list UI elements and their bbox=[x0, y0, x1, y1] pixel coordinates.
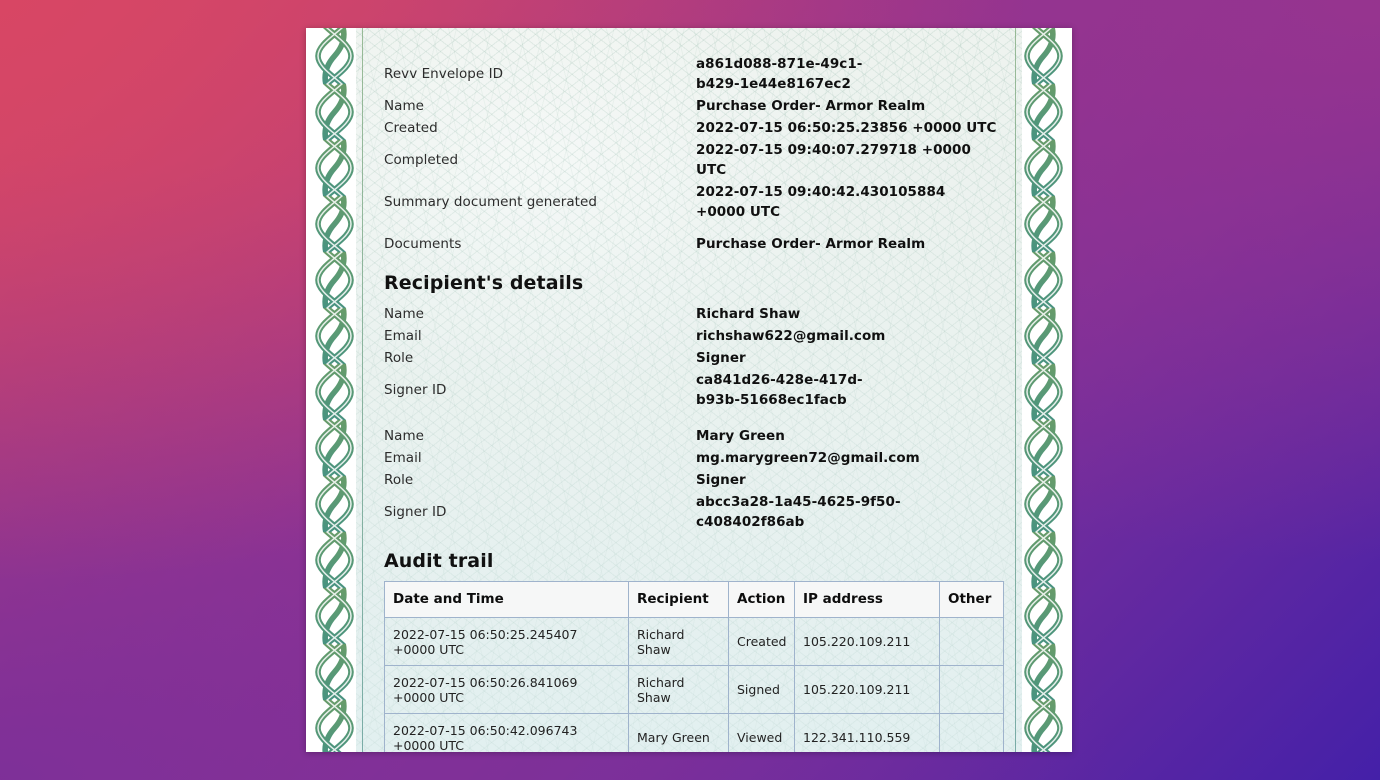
left-border-rule bbox=[362, 28, 363, 752]
field-summary-generated-value: 2022-07-15 09:40:42.430105884 +0000 UTC bbox=[696, 184, 946, 220]
cell-date-time: 2022-07-15 06:50:42.096743 +0000 UTC bbox=[384, 713, 629, 752]
recipient-separator bbox=[384, 412, 1004, 426]
field-documents-label: Documents bbox=[384, 236, 462, 252]
cell-date-time: 2022-07-15 06:50:26.841069 +0000 UTC bbox=[384, 665, 629, 714]
cell-date-time: 2022-07-15 06:50:25.245407 +0000 UTC bbox=[384, 617, 629, 666]
recipient-name-label: Name bbox=[384, 306, 425, 322]
field-completed: Completed 2022-07-15 09:40:07.279718 +00… bbox=[384, 140, 1004, 180]
field-envelope-id: Revv Envelope ID a861d088-871e-49c1-b429… bbox=[384, 54, 1004, 94]
field-envelope-id-value: a861d088-871e-49c1-b429-1e44e8167ec2 bbox=[696, 56, 863, 92]
right-border-rule bbox=[1015, 28, 1016, 752]
field-completed-value: 2022-07-15 09:40:07.279718 +0000 UTC bbox=[696, 142, 971, 178]
field-documents: Documents Purchase Order- Armor Realm bbox=[384, 234, 1004, 254]
recipient-role-label: Role bbox=[384, 350, 414, 366]
right-braid-border-icon bbox=[1022, 28, 1065, 752]
cell-action: Signed bbox=[728, 665, 795, 714]
recipient-name-value: Mary Green bbox=[696, 428, 785, 444]
recipient-role-row: Role Signer bbox=[384, 348, 1004, 368]
field-created-label: Created bbox=[384, 120, 438, 136]
recipient-signer-id-value: ca841d26-428e-417d-b93b-51668ec1facb bbox=[696, 372, 863, 408]
cell-recipient: Mary Green bbox=[628, 713, 729, 752]
cell-ip-address: 122.341.110.559 bbox=[794, 713, 940, 752]
audit-table-head: Date and Time Recipient Action IP addres… bbox=[384, 581, 1004, 618]
recipient-email-value: mg.marygreen72@gmail.com bbox=[696, 450, 920, 466]
recipient-signer-id-row: Signer ID ca841d26-428e-417d-b93b-51668e… bbox=[384, 370, 1004, 410]
audit-certificate-document: Revv Envelope ID a861d088-871e-49c1-b429… bbox=[306, 28, 1072, 752]
field-envelope-id-label: Revv Envelope ID bbox=[384, 66, 504, 82]
recipient-name-row: Name Mary Green bbox=[384, 426, 1004, 446]
audit-table-body: 2022-07-15 06:50:25.245407 +0000 UTC Ric… bbox=[384, 617, 1004, 752]
document-content: Revv Envelope ID a861d088-871e-49c1-b429… bbox=[384, 28, 1004, 752]
recipient-role-value: Signer bbox=[696, 350, 746, 366]
cell-ip-address: 105.220.109.211 bbox=[794, 617, 940, 666]
field-name-label: Name bbox=[384, 98, 425, 114]
field-name: Name Purchase Order- Armor Realm bbox=[384, 96, 1004, 116]
field-documents-value: Purchase Order- Armor Realm bbox=[696, 236, 926, 252]
recipient-name-row: Name Richard Shaw bbox=[384, 304, 1004, 324]
recipient-block: Name Mary Green Email mg.marygreen72@gma… bbox=[384, 426, 1004, 532]
recipient-name-value: Richard Shaw bbox=[696, 306, 801, 322]
recipient-name-label: Name bbox=[384, 428, 425, 444]
recipient-email-label: Email bbox=[384, 450, 422, 466]
recipient-block: Name Richard Shaw Email richshaw622@gmai… bbox=[384, 304, 1004, 410]
cell-other bbox=[939, 713, 1004, 752]
cell-action: Viewed bbox=[728, 713, 795, 752]
audit-trail-section: Audit trail Date and Time Recipient Acti… bbox=[384, 550, 1004, 752]
cell-recipient: Richard Shaw bbox=[628, 617, 729, 666]
cell-other bbox=[939, 665, 1004, 714]
recipient-role-value: Signer bbox=[696, 472, 746, 488]
cell-action: Created bbox=[728, 617, 795, 666]
recipient-email-value: richshaw622@gmail.com bbox=[696, 328, 886, 344]
audit-table-header-row: Date and Time Recipient Action IP addres… bbox=[384, 581, 1004, 618]
cell-ip-address: 105.220.109.211 bbox=[794, 665, 940, 714]
audit-trail-table: Date and Time Recipient Action IP addres… bbox=[384, 581, 1004, 752]
recipient-email-label: Email bbox=[384, 328, 422, 344]
column-header-action: Action bbox=[728, 581, 795, 618]
field-summary-generated: Summary document generated 2022-07-15 09… bbox=[384, 182, 1004, 222]
cell-other bbox=[939, 617, 1004, 666]
column-header-other: Other bbox=[939, 581, 1004, 618]
recipient-signer-id-row: Signer ID abcc3a28-1a45-4625-9f50-c40840… bbox=[384, 492, 1004, 532]
recipient-signer-id-label: Signer ID bbox=[384, 382, 447, 398]
column-header-ip-address: IP address bbox=[794, 581, 940, 618]
table-row: 2022-07-15 06:50:42.096743 +0000 UTC Mar… bbox=[384, 713, 1004, 752]
audit-trail-title: Audit trail bbox=[384, 550, 494, 572]
column-header-date-time: Date and Time bbox=[384, 581, 629, 618]
field-created: Created 2022-07-15 06:50:25.23856 +0000 … bbox=[384, 118, 1004, 138]
recipients-section-title: Recipient's details bbox=[384, 272, 584, 294]
recipient-role-label: Role bbox=[384, 472, 414, 488]
cell-recipient: Richard Shaw bbox=[628, 665, 729, 714]
envelope-summary-section: Revv Envelope ID a861d088-871e-49c1-b429… bbox=[384, 28, 1004, 254]
left-braid-border-icon bbox=[313, 28, 356, 752]
recipients-section: Recipient's details Name Richard Shaw Em… bbox=[384, 272, 1004, 532]
field-summary-generated-label: Summary document generated bbox=[384, 194, 597, 210]
recipient-role-row: Role Signer bbox=[384, 470, 1004, 490]
recipient-signer-id-label: Signer ID bbox=[384, 504, 447, 520]
field-created-value: 2022-07-15 06:50:25.23856 +0000 UTC bbox=[696, 120, 997, 136]
column-header-recipient: Recipient bbox=[628, 581, 729, 618]
field-completed-label: Completed bbox=[384, 152, 459, 168]
recipient-email-row: Email mg.marygreen72@gmail.com bbox=[384, 448, 1004, 468]
table-row: 2022-07-15 06:50:26.841069 +0000 UTC Ric… bbox=[384, 665, 1004, 714]
field-name-value: Purchase Order- Armor Realm bbox=[696, 98, 926, 114]
desktop-backdrop: Revv Envelope ID a861d088-871e-49c1-b429… bbox=[0, 0, 1380, 780]
recipient-signer-id-value: abcc3a28-1a45-4625-9f50-c408402f86ab bbox=[696, 494, 901, 530]
recipient-email-row: Email richshaw622@gmail.com bbox=[384, 326, 1004, 346]
table-row: 2022-07-15 06:50:25.245407 +0000 UTC Ric… bbox=[384, 617, 1004, 666]
